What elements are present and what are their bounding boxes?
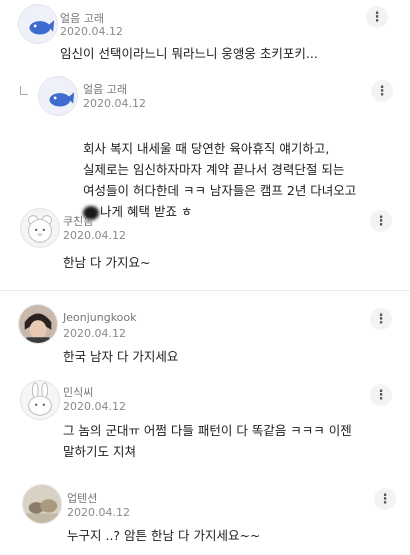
person-avatar[interactable] — [18, 304, 58, 344]
comment-author[interactable]: 얼음 고래 — [83, 81, 127, 97]
whale-avatar[interactable] — [38, 76, 78, 116]
photo-avatar[interactable] — [22, 484, 62, 524]
comment-6: 업텐션 2020.04.12 누구지 ..? 암튼 한남 다 가지세요~~ ⋮ — [0, 478, 410, 555]
comment-author[interactable]: Jeonjungkook — [63, 311, 137, 324]
comment-text: 한남 다 가지요~ — [63, 255, 151, 270]
comment-date: 2020.04.12 — [60, 25, 123, 38]
rabbit-avatar[interactable] — [20, 380, 60, 420]
comment-author[interactable]: 얼음 고래 — [60, 10, 104, 26]
comment-date: 2020.04.12 — [63, 400, 126, 413]
more-options-icon[interactable]: ⋮ — [371, 80, 393, 102]
comment-text: 그 놈의 군대ㅠ 어쩜 다들 패턴이 다 똑같음 ㅋㅋㅋ 이젠 말하기도 지쳐 — [63, 423, 352, 459]
reply-arrow-icon — [20, 86, 28, 95]
more-options-icon[interactable]: ⋮ — [370, 210, 392, 232]
comment-date: 2020.04.12 — [63, 229, 126, 242]
more-options-icon[interactable]: ⋮ — [366, 6, 388, 28]
whale-avatar[interactable] — [18, 4, 58, 44]
more-options-icon[interactable]: ⋮ — [370, 308, 392, 330]
comment-date: 2020.04.12 — [67, 506, 130, 519]
section-divider — [0, 290, 410, 291]
comment-author[interactable]: 민식씨 — [63, 384, 93, 400]
comment-text-main: 회사 복지 내세울 때 당연한 육아휴직 얘기하고, 실제로는 임신하자마자 계… — [83, 141, 357, 198]
bear-avatar[interactable] — [20, 208, 60, 248]
comment-date: 2020.04.12 — [83, 97, 146, 110]
more-options-icon[interactable]: ⋮ — [374, 488, 396, 510]
comment-text: 임신이 선택이라느니 뭐라느니 웅앵웅 초키포키... — [60, 46, 318, 61]
comment-text: 한국 남자 다 가지세요 — [63, 349, 179, 364]
comment-4: Jeonjungkook 2020.04.12 한국 남자 다 가지세요 ⋮ — [0, 296, 410, 368]
comment-3: 쿠친놈 2020.04.12 한남 다 가지요~ ⋮ — [0, 200, 410, 280]
comment-text: 누구지 ..? 암튼 한남 다 가지세요~~ — [67, 528, 261, 543]
comment-date: 2020.04.12 — [63, 327, 126, 340]
comment-1: 얼음 고래 2020.04.12 임신이 선택이라느니 뭐라느니 웅앵웅 초키포… — [0, 0, 410, 70]
comment-author[interactable]: 업텐션 — [67, 490, 97, 506]
comment-author[interactable]: 쿠친놈 — [63, 213, 93, 229]
more-options-icon[interactable]: ⋮ — [370, 384, 392, 406]
comment-2-reply: 얼음 고래 2020.04.12 회사 복지 내세울 때 당연한 육아휴직 얘기… — [0, 70, 410, 220]
comment-5: 민식씨 2020.04.12 그 놈의 군대ㅠ 어쩜 다들 패턴이 다 똑같음 … — [0, 374, 410, 474]
